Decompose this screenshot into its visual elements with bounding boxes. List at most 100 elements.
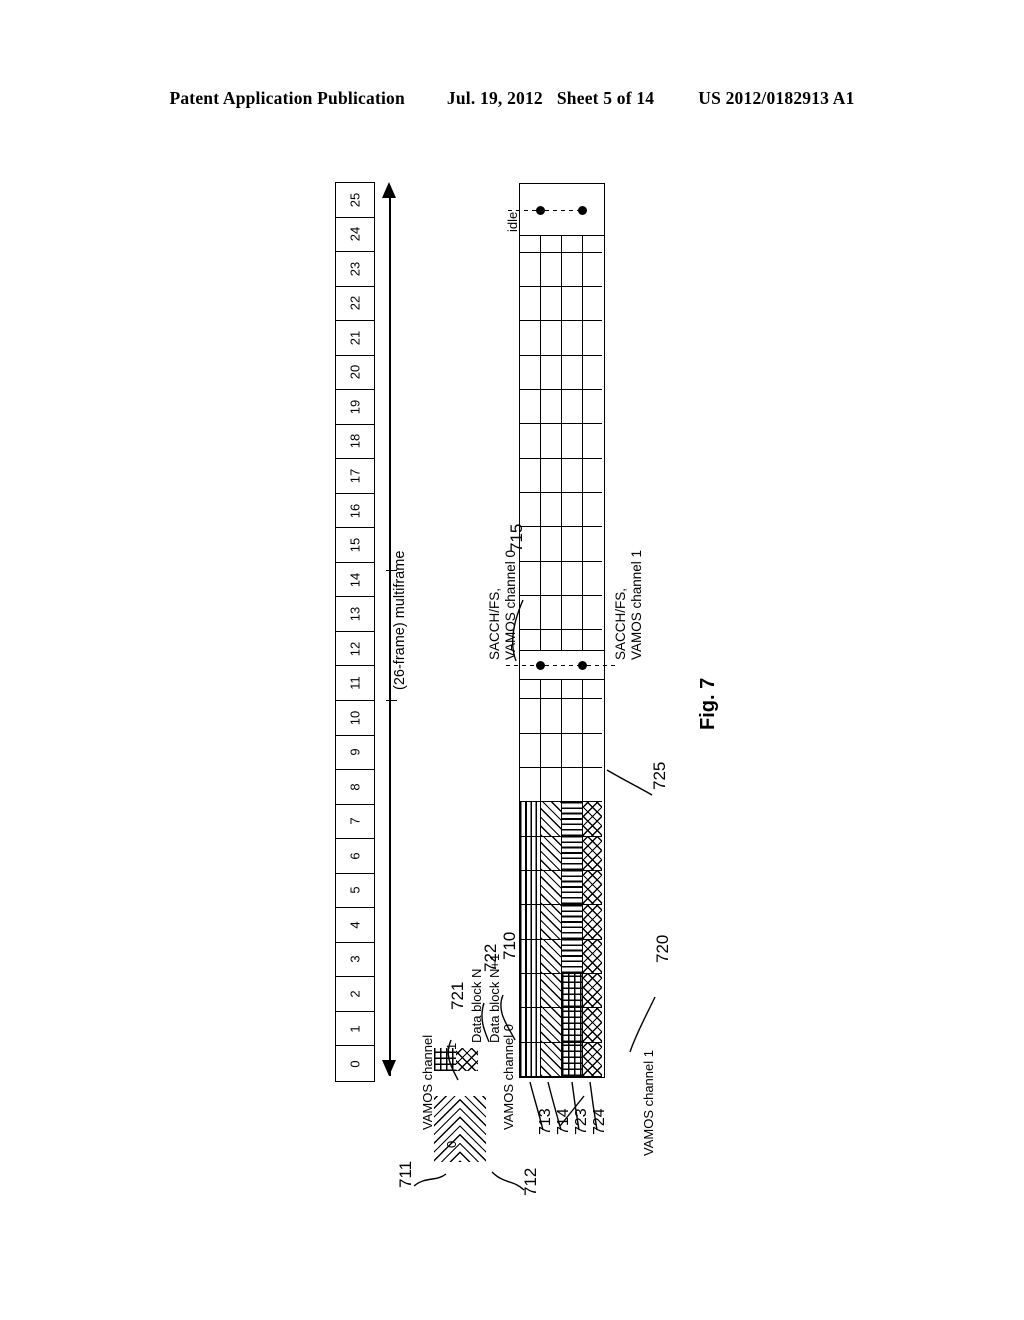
- ref-725: 725: [650, 761, 669, 790]
- frame-cell-1: 1: [336, 1012, 374, 1047]
- burst-cell-col1-frame-17: [541, 458, 561, 494]
- frame-number-label: 13: [347, 606, 363, 622]
- legend-swatch-row0: [434, 1096, 486, 1166]
- burst-cell-col1-frame-22: [541, 287, 561, 322]
- sacch1-line2: VAMOS channel 1: [629, 549, 644, 660]
- burst-column-723: [562, 184, 583, 1077]
- idle-connect-dash: [545, 210, 578, 212]
- sacch0-label: SACCH/FS, VAMOS channel 0: [487, 550, 519, 660]
- burst-cell-col3-frame-1: [583, 1008, 602, 1043]
- burst-cell-col1-frame-3: [541, 939, 561, 974]
- ref-715: 715: [507, 523, 526, 552]
- burst-cell-col1-frame-19: [541, 390, 561, 425]
- idle-label: idle: [505, 211, 520, 232]
- data-block-n-label: Data block N: [469, 968, 484, 1043]
- frame-number-label: 3: [347, 955, 363, 964]
- burst-cell-col2-frame-10: [562, 699, 582, 734]
- burst-cell-col2-frame-0: [562, 1042, 582, 1077]
- burst-cell-col1-frame-20: [541, 355, 561, 391]
- sacch0-line1: SACCH/FS,: [487, 587, 502, 660]
- burst-cell-col3-frame-8: [583, 767, 602, 803]
- burst-cell-col0-frame-10: [520, 699, 540, 734]
- burst-cell-col0-frame-20: [520, 355, 540, 391]
- burst-cell-col3-frame-6: [583, 836, 602, 871]
- burst-cell-col0-frame-14: [520, 561, 540, 597]
- burst-cell-col3-frame-17: [583, 458, 602, 494]
- burst-cell-col1-frame-8: [541, 767, 561, 803]
- burst-cell-col0-frame-5: [520, 870, 540, 906]
- burst-diagram: [506, 183, 615, 1078]
- leader-712: [491, 1171, 525, 1191]
- sacch1-line1: SACCH/FS,: [613, 587, 628, 660]
- multiframe-arrow-shaft: [389, 196, 391, 1076]
- frame-number-label: 22: [347, 296, 363, 311]
- burst-cell-col3-frame-2: [583, 973, 602, 1009]
- burst-cell-col3-frame-7: [583, 802, 602, 837]
- sacch-marker-dot-0: [536, 661, 545, 670]
- burst-cell-col3-frame-0: [583, 1042, 602, 1077]
- burst-cell-col1-frame-13: [541, 596, 561, 631]
- frame-number-label: 7: [347, 817, 363, 825]
- burst-cell-col1-frame-9: [541, 733, 561, 768]
- burst-cell-col2-frame-9: [562, 733, 582, 768]
- sacch-connect-dash: [545, 665, 578, 667]
- frame-cell-14: 14: [336, 563, 374, 598]
- burst-column-714: [541, 184, 562, 1077]
- frame-cell-4: 4: [336, 908, 374, 943]
- burst-cell-col2-frame-23: [562, 252, 582, 288]
- frame-number-label: 9: [347, 748, 363, 756]
- burst-cell-col0-frame-2: [520, 973, 540, 1009]
- figure-caption: Fig. 7: [697, 677, 719, 730]
- leader-725: [606, 769, 653, 796]
- burst-cell-col0-frame-4: [520, 905, 540, 940]
- frame-number-label: 6: [347, 852, 363, 860]
- burst-cell-col3-frame-13: [583, 596, 602, 631]
- burst-cell-col1-frame-7: [541, 802, 561, 837]
- frame-cell-24: 24: [336, 218, 374, 253]
- frame-number-label: 2: [347, 990, 363, 998]
- legend-swatch-block-n-ch1: [434, 1048, 456, 1071]
- burst-cell-col1-frame-0: [541, 1042, 561, 1077]
- burst-cell-col3-frame-3: [583, 939, 602, 974]
- burst-cell-col0-frame-16: [520, 493, 540, 528]
- burst-cell-col0-frame-1: [520, 1008, 540, 1043]
- burst-cell-col2-frame-5: [562, 870, 582, 906]
- sacch1-leader-dash: [587, 665, 615, 667]
- burst-cell-col3-frame-18: [583, 424, 602, 459]
- burst-cell-col1-frame-10: [541, 699, 561, 734]
- burst-cell-col2-frame-4: [562, 905, 582, 940]
- frame-cell-0: 0: [336, 1046, 374, 1081]
- legend-row-0-label: 0: [444, 1140, 459, 1148]
- burst-cell-col3-frame-20: [583, 355, 602, 391]
- burst-cell-col0-frame-23: [520, 252, 540, 288]
- figure-page: Patent Application Publication Jul. 19, …: [0, 0, 1024, 1320]
- burst-cell-col1-frame-23: [541, 252, 561, 288]
- frame-cell-2: 2: [336, 977, 374, 1012]
- burst-cell-col3-frame-5: [583, 870, 602, 906]
- idle-marker-dot-1: [578, 206, 587, 215]
- publication-title: Patent Application Publication: [169, 88, 405, 108]
- burst-cell-col3-frame-19: [583, 390, 602, 425]
- burst-cell-col1-frame-2: [541, 973, 561, 1009]
- frame-cell-10: 10: [336, 701, 374, 736]
- burst-cell-col2-frame-16: [562, 493, 582, 528]
- publication-header: Patent Application Publication Jul. 19, …: [0, 88, 1024, 109]
- multiframe-arrow-head-bottom: [382, 1060, 396, 1076]
- burst-cell-col2-frame-3: [562, 939, 582, 974]
- burst-cell-col2-frame-1: [562, 1008, 582, 1043]
- burst-column-724: [583, 184, 602, 1077]
- frame-number-label: 24: [347, 227, 363, 242]
- multiframe-label-dash-bottom: [386, 700, 397, 702]
- burst-cell-col0-frame-3: [520, 939, 540, 974]
- frame-number-label: 14: [347, 572, 363, 587]
- frame-cell-21: 21: [336, 321, 374, 356]
- burst-cell-col3-frame-4: [583, 905, 602, 940]
- burst-cell-col0-frame-17: [520, 458, 540, 494]
- frame-number-label: 11: [347, 676, 363, 690]
- burst-cell-col2-frame-2: [562, 973, 582, 1009]
- sheet-number: Sheet 5 of 14: [556, 88, 655, 108]
- frame-cell-13: 13: [336, 597, 374, 632]
- burst-cell-col0-frame-13: [520, 596, 540, 631]
- burst-cell-col3-frame-9: [583, 733, 602, 768]
- burst-column-713: [520, 184, 541, 1077]
